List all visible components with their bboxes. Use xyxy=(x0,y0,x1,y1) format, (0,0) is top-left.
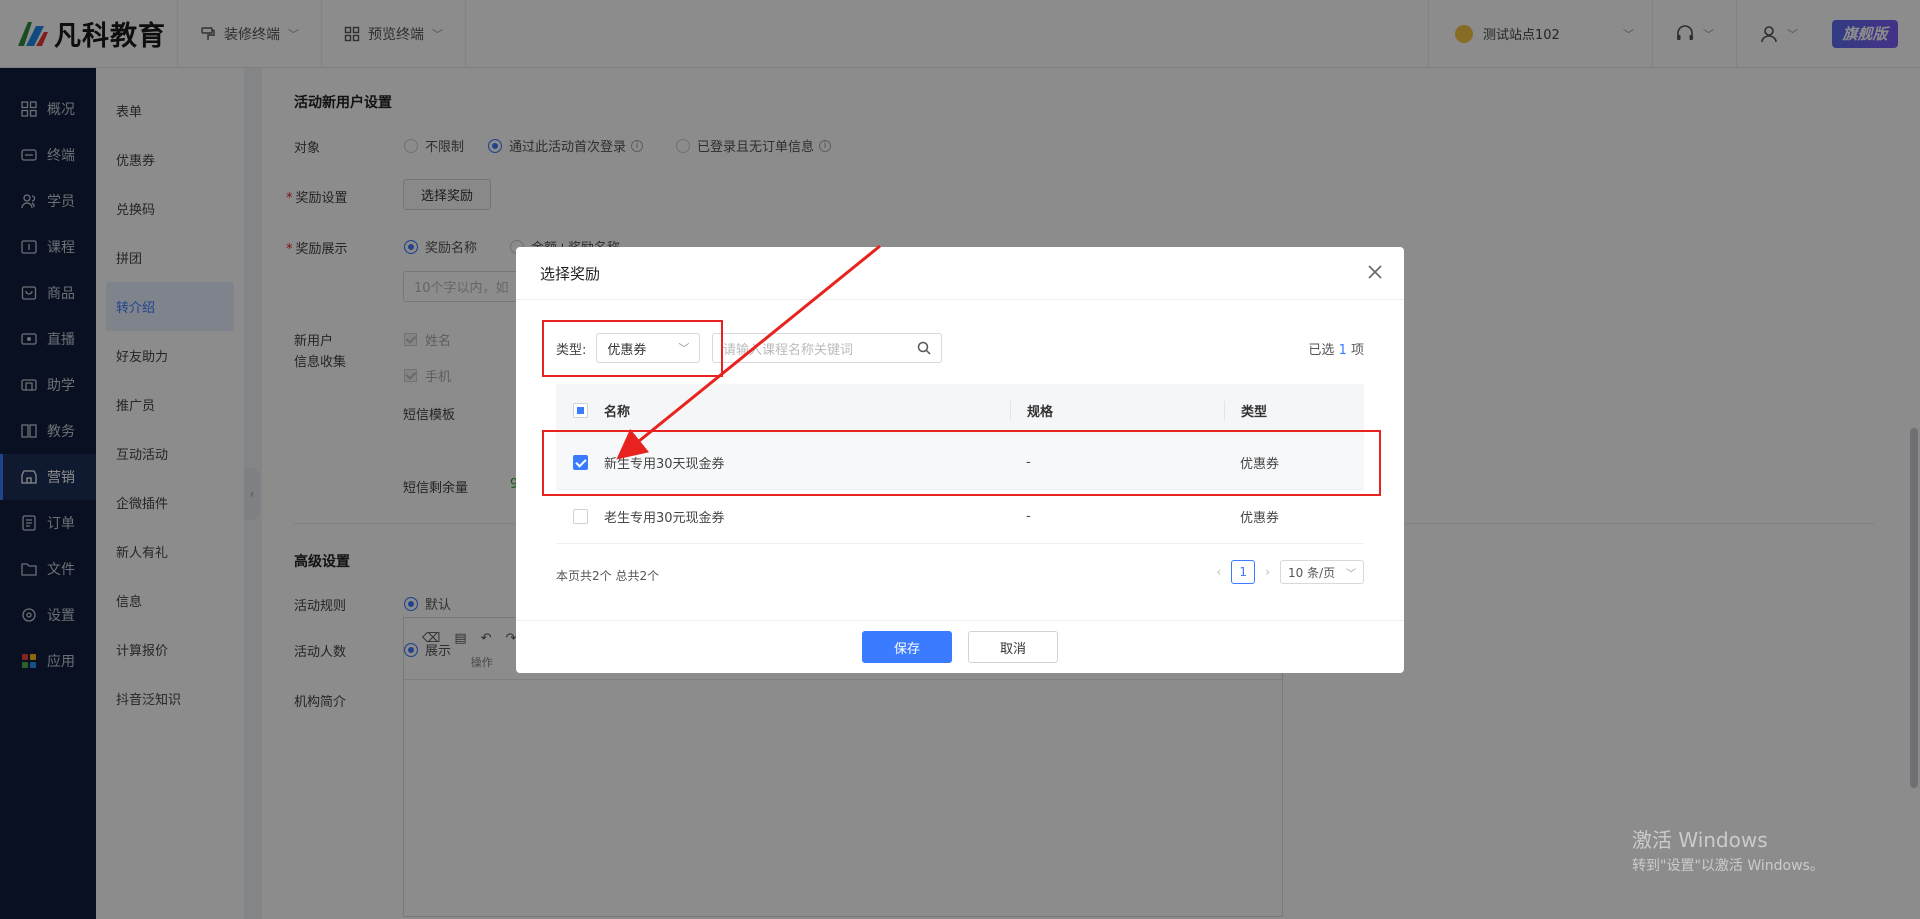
row-checkbox[interactable] xyxy=(572,509,588,524)
windows-activation-watermark: 激活 Windows 转到"设置"以激活 Windows。 xyxy=(1632,824,1824,875)
column-header-spec: 规格 xyxy=(1010,400,1224,420)
table-header: 名称 规格 类型 xyxy=(556,384,1364,436)
pagination: ‹ 1 › 10 条/页 ﹀ xyxy=(1216,560,1364,584)
search-icon[interactable] xyxy=(917,341,931,355)
page-size-select[interactable]: 10 条/页 ﹀ xyxy=(1280,560,1364,584)
page-size-value: 10 条/页 xyxy=(1288,565,1336,580)
pagination-summary: 本页共2个 总共2个 xyxy=(556,569,660,583)
save-button[interactable]: 保存 xyxy=(862,631,952,663)
annotation-box-selected-row xyxy=(542,430,1381,496)
prev-page-icon[interactable]: ‹ xyxy=(1216,565,1221,579)
watermark-line2: 转到"设置"以激活 Windows。 xyxy=(1632,858,1824,874)
annotation-box-type-filter xyxy=(542,320,723,377)
page-number-button[interactable]: 1 xyxy=(1231,560,1256,584)
selected-prefix: 已选 xyxy=(1308,343,1335,358)
dialog-footer: 保存 取消 xyxy=(516,620,1404,673)
column-header-type: 类型 xyxy=(1224,400,1364,420)
watermark-line1: 激活 Windows xyxy=(1632,828,1768,852)
row-type: 优惠券 xyxy=(1240,511,1280,526)
cancel-button[interactable]: 取消 xyxy=(968,631,1058,663)
column-header-name: 名称 xyxy=(604,404,631,420)
selected-count-number: 1 xyxy=(1338,343,1347,358)
selected-suffix: 项 xyxy=(1350,343,1364,358)
chevron-down-icon: ﹀ xyxy=(1346,568,1356,580)
selected-count: 已选 1 项 xyxy=(1308,339,1364,358)
next-page-icon[interactable]: › xyxy=(1265,565,1270,579)
table-row[interactable]: 老生专用30元现金券 - 优惠券 xyxy=(556,490,1364,544)
dialog-title: 选择奖励 xyxy=(516,247,1404,300)
row-spec: - xyxy=(1026,509,1031,524)
search-placeholder: 请输入课程名称关键词 xyxy=(723,342,854,358)
close-icon[interactable] xyxy=(1366,263,1384,281)
select-all-checkbox[interactable] xyxy=(572,402,588,418)
row-name: 老生专用30元现金券 xyxy=(604,511,725,526)
keyword-search-input[interactable]: 请输入课程名称关键词 xyxy=(712,333,942,363)
